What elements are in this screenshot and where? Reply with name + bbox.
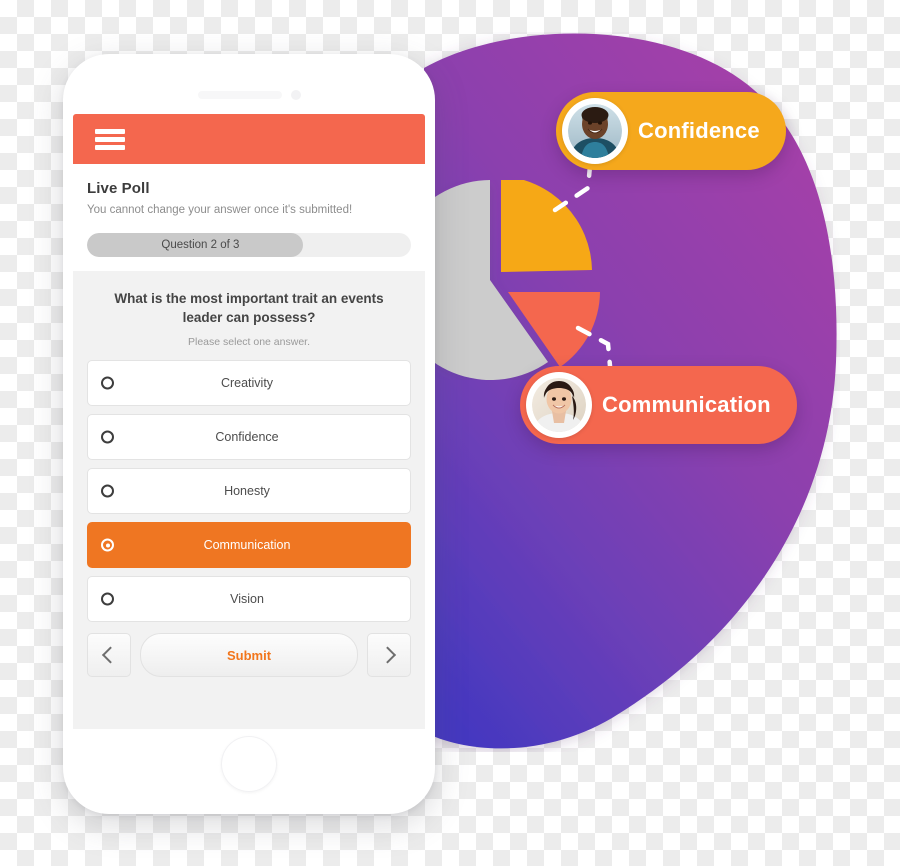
- avatar: [562, 98, 628, 164]
- option-label: Confidence: [215, 430, 279, 445]
- previous-question-button[interactable]: [87, 633, 131, 678]
- progress-label: Question 2 of 3: [161, 239, 240, 251]
- submit-button[interactable]: Submit: [140, 633, 358, 678]
- option-label: Honesty: [224, 484, 270, 499]
- hamburger-menu-icon[interactable]: [95, 128, 125, 150]
- smiling-woman-avatar: [532, 378, 586, 432]
- option-communication[interactable]: Communication: [87, 522, 411, 569]
- chevron-left-icon: [101, 646, 119, 664]
- radio-icon: [101, 592, 114, 606]
- callout-badge-communication[interactable]: Communication: [520, 366, 797, 444]
- option-label: Communication: [203, 538, 291, 553]
- question-panel: What is the most important trait an even…: [73, 271, 425, 729]
- page-title: Live Poll: [87, 180, 150, 197]
- submit-label: Submit: [226, 647, 272, 663]
- option-label: Creativity: [220, 376, 274, 391]
- option-label: Vision: [230, 592, 264, 607]
- earpiece-speaker: [198, 91, 282, 99]
- front-camera-icon: [291, 90, 301, 100]
- next-question-button[interactable]: [367, 633, 411, 678]
- callout-label: Communication: [602, 392, 771, 417]
- option-vision[interactable]: Vision: [87, 576, 411, 623]
- option-creativity[interactable]: Creativity: [87, 360, 411, 407]
- option-honesty[interactable]: Honesty: [87, 468, 411, 515]
- radio-selected-icon: [101, 538, 114, 552]
- poll-subtitle: You cannot change your answer once it's …: [87, 204, 353, 216]
- callout-label: Confidence: [638, 118, 760, 143]
- radio-icon: [101, 376, 114, 390]
- question-hint: Please select one answer.: [188, 336, 310, 349]
- radio-icon: [101, 484, 114, 498]
- chevron-right-icon: [379, 646, 397, 664]
- phone-screen: Live Poll You cannot change your answer …: [73, 114, 425, 729]
- illustration-stage: Confidence Communication Live Poll You c…: [0, 0, 900, 866]
- poll-header: Live Poll You cannot change your answer …: [73, 164, 425, 257]
- smiling-man-avatar: [568, 104, 622, 158]
- callout-badge-confidence[interactable]: Confidence: [556, 92, 786, 170]
- home-button-icon[interactable]: [221, 736, 277, 792]
- radio-icon: [101, 430, 114, 444]
- app-bar: [73, 114, 425, 164]
- poll-footer-nav: Submit: [87, 633, 411, 678]
- pie-slice-confidence: [501, 180, 592, 272]
- option-confidence[interactable]: Confidence: [87, 414, 411, 461]
- question-text: What is the most important trait an even…: [114, 291, 384, 326]
- avatar: [526, 372, 592, 438]
- question-progress-bar: Question 2 of 3: [87, 233, 411, 257]
- smartphone-mockup: Live Poll You cannot change your answer …: [63, 54, 435, 814]
